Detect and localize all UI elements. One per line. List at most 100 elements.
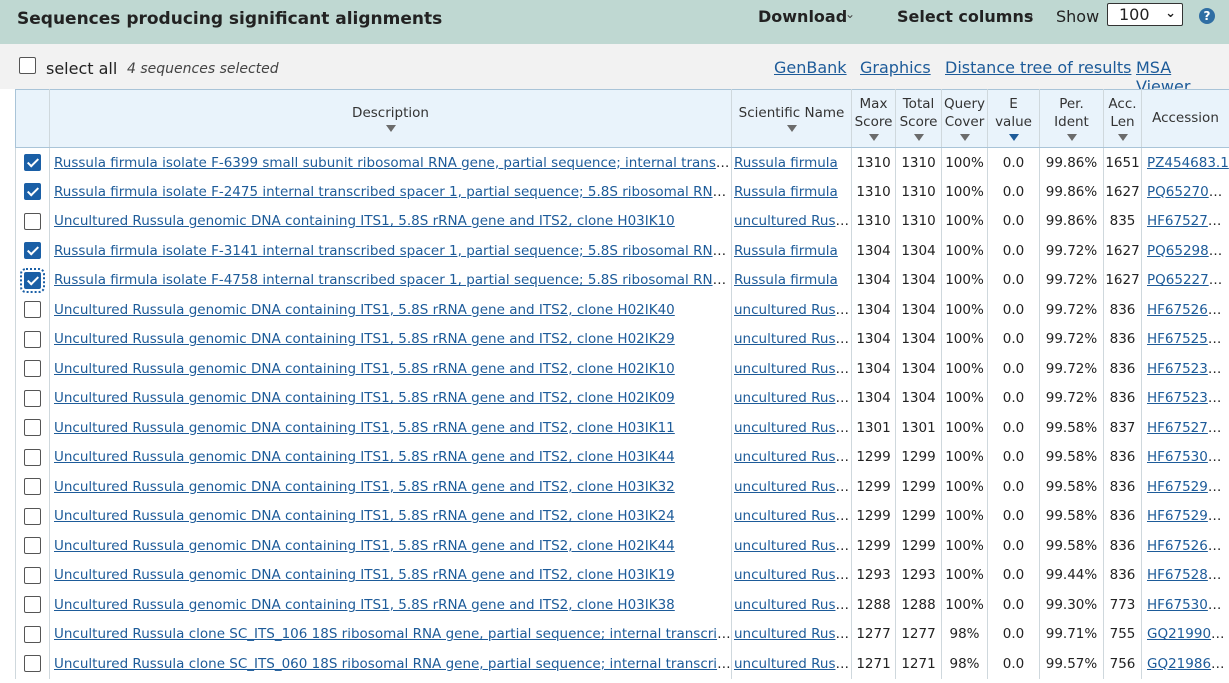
description-link[interactable]: Uncultured Russula genomic DNA containin… [54, 213, 675, 229]
sort-icon[interactable] [786, 125, 797, 133]
select-all-label[interactable]: select all [46, 59, 117, 78]
accession-link[interactable]: HF675279.1 [1147, 420, 1229, 436]
description-link[interactable]: Uncultured Russula genomic DNA containin… [54, 508, 675, 524]
col-query-cover[interactable]: Query Cover [941, 89, 988, 148]
description-link[interactable]: Russula firmula isolate F-2475 internal … [54, 184, 731, 200]
scientific-name-link[interactable]: uncultured Russula [734, 656, 851, 672]
scientific-name-link[interactable]: Russula firmula [734, 184, 838, 200]
accession-link[interactable]: HF675297.1 [1147, 479, 1229, 495]
accession-link[interactable]: PQ652702.1 [1147, 184, 1229, 200]
accession-link[interactable]: GQ219909.1 [1147, 626, 1229, 642]
description-link[interactable]: Uncultured Russula genomic DNA containin… [54, 597, 675, 613]
col-acc-len[interactable]: Acc. Len [1103, 89, 1142, 148]
scientific-name-link[interactable]: uncultured Russula [734, 626, 851, 642]
scientific-name-link[interactable]: uncultured Russula [734, 331, 851, 347]
scientific-name-link[interactable]: uncultured Russula [734, 449, 851, 465]
scientific-name-link[interactable]: uncultured Russula [734, 361, 851, 377]
scientific-name-link[interactable]: uncultured Russula [734, 479, 851, 495]
accession-link[interactable]: HF675287.1 [1147, 567, 1229, 583]
accession-link[interactable]: HF675306.1 [1147, 449, 1229, 465]
scientific-name-link[interactable]: uncultured Russula [734, 567, 851, 583]
genbank-link[interactable]: GenBank [774, 58, 847, 77]
description-link[interactable]: Uncultured Russula genomic DNA containin… [54, 331, 675, 347]
row-checkbox[interactable] [24, 625, 41, 643]
sort-icon[interactable] [1066, 134, 1077, 142]
scientific-name-link[interactable]: uncultured Russula [734, 213, 851, 229]
accession-link[interactable]: HF675278.1 [1147, 213, 1229, 229]
row-checkbox[interactable] [24, 478, 41, 496]
scientific-name-link[interactable]: uncultured Russula [734, 597, 851, 613]
description-link[interactable]: Russula firmula isolate F-6399 small sub… [54, 155, 731, 171]
row-checkbox[interactable] [24, 566, 41, 584]
description-link[interactable]: Uncultured Russula genomic DNA containin… [54, 538, 675, 554]
accession-link[interactable]: PQ652987.1 [1147, 243, 1229, 259]
accession-link[interactable]: PQ652279.1 [1147, 272, 1229, 288]
col-scientific-name[interactable]: Scientific Name [731, 89, 852, 148]
description-link[interactable]: Uncultured Russula genomic DNA containin… [54, 449, 675, 465]
row-checkbox[interactable] [24, 330, 41, 348]
download-menu-button[interactable]: Download [758, 7, 847, 26]
select-columns-menu-button[interactable]: Select columns [897, 7, 1033, 26]
accession-link[interactable]: HF675253.1 [1147, 331, 1229, 347]
description-link[interactable]: Uncultured Russula genomic DNA containin… [54, 567, 675, 583]
accession-link[interactable]: HF675262.1 [1147, 302, 1229, 318]
distance-tree-link[interactable]: Distance tree of results [945, 58, 1131, 77]
row-checkbox[interactable] [24, 507, 41, 525]
description-link[interactable]: Uncultured Russula genomic DNA containin… [54, 479, 675, 495]
row-checkbox[interactable] [24, 360, 41, 378]
row-checkbox[interactable] [24, 419, 41, 437]
description-link[interactable]: Uncultured Russula genomic DNA containin… [54, 361, 675, 377]
sort-icon[interactable] [913, 134, 924, 142]
scientific-name-link[interactable]: uncultured Russula [734, 302, 851, 318]
row-checkbox[interactable] [20, 267, 45, 293]
scientific-name-link[interactable]: uncultured Russula [734, 390, 851, 406]
row-checkbox[interactable] [24, 183, 41, 201]
row-checkbox[interactable] [24, 596, 41, 614]
scientific-name-link[interactable]: uncultured Russula [734, 508, 851, 524]
sort-icon[interactable] [1117, 134, 1128, 142]
row-checkbox[interactable] [24, 301, 41, 319]
description-link[interactable]: Russula firmula isolate F-4758 internal … [54, 272, 731, 288]
show-count-select[interactable]: 100 ⌄ [1107, 3, 1183, 26]
scientific-name-link[interactable]: uncultured Russula [734, 538, 851, 554]
description-link[interactable]: Russula firmula isolate F-3141 internal … [54, 243, 731, 259]
select-all-checkbox[interactable] [19, 57, 36, 74]
sort-icon[interactable] [1008, 134, 1019, 142]
sort-icon[interactable] [959, 134, 970, 142]
accession-link[interactable]: HF675266.1 [1147, 538, 1229, 554]
description-link[interactable]: Uncultured Russula genomic DNA containin… [54, 420, 675, 436]
scientific-name-link[interactable]: Russula firmula [734, 243, 838, 259]
scientific-name-link[interactable]: uncultured Russula [734, 420, 851, 436]
sort-icon[interactable] [385, 125, 396, 133]
col-accession[interactable]: Accession [1141, 89, 1229, 148]
row-checkbox[interactable] [24, 242, 41, 260]
sort-icon[interactable] [868, 134, 879, 142]
accession-link[interactable]: HF675238.1 [1147, 361, 1229, 377]
help-icon[interactable]: ? [1199, 8, 1215, 24]
accession-link[interactable]: HF675302.1 [1147, 597, 1229, 613]
scientific-name-link[interactable]: Russula firmula [734, 155, 838, 171]
col-total-score[interactable]: Total Score [895, 89, 942, 148]
row-checkbox[interactable] [24, 537, 41, 555]
accession-link[interactable]: GQ219863.1 [1147, 656, 1229, 672]
row-checkbox[interactable] [24, 655, 41, 673]
description-link[interactable]: Uncultured Russula clone SC_ITS_060 18S … [54, 656, 731, 672]
row-checkbox[interactable] [24, 154, 41, 171]
accession-link[interactable]: HF675237.1 [1147, 390, 1229, 406]
graphics-link[interactable]: Graphics [860, 58, 931, 77]
description-link[interactable]: Uncultured Russula clone SC_ITS_106 18S … [54, 626, 731, 642]
scientific-name-link[interactable]: Russula firmula [734, 272, 838, 288]
accession-link[interactable]: PZ454683.1 [1147, 155, 1229, 171]
col-description[interactable]: Description [49, 89, 732, 148]
chevron-down-icon[interactable]: ⌄ [845, 7, 855, 21]
accession-link[interactable]: HF675292.1 [1147, 508, 1229, 524]
description-link[interactable]: Uncultured Russula genomic DNA containin… [54, 390, 675, 406]
description-link[interactable]: Uncultured Russula genomic DNA containin… [54, 302, 675, 318]
row-checkbox[interactable] [24, 212, 41, 230]
col-per-ident[interactable]: Per. Ident [1039, 89, 1104, 148]
row-checkbox[interactable] [24, 448, 41, 466]
col-e-value[interactable]: Evalue [987, 89, 1040, 148]
row-checkbox[interactable] [24, 389, 41, 407]
chevron-down-icon[interactable]: ⌄ [1025, 7, 1035, 21]
col-max-score[interactable]: Max Score [851, 89, 896, 148]
